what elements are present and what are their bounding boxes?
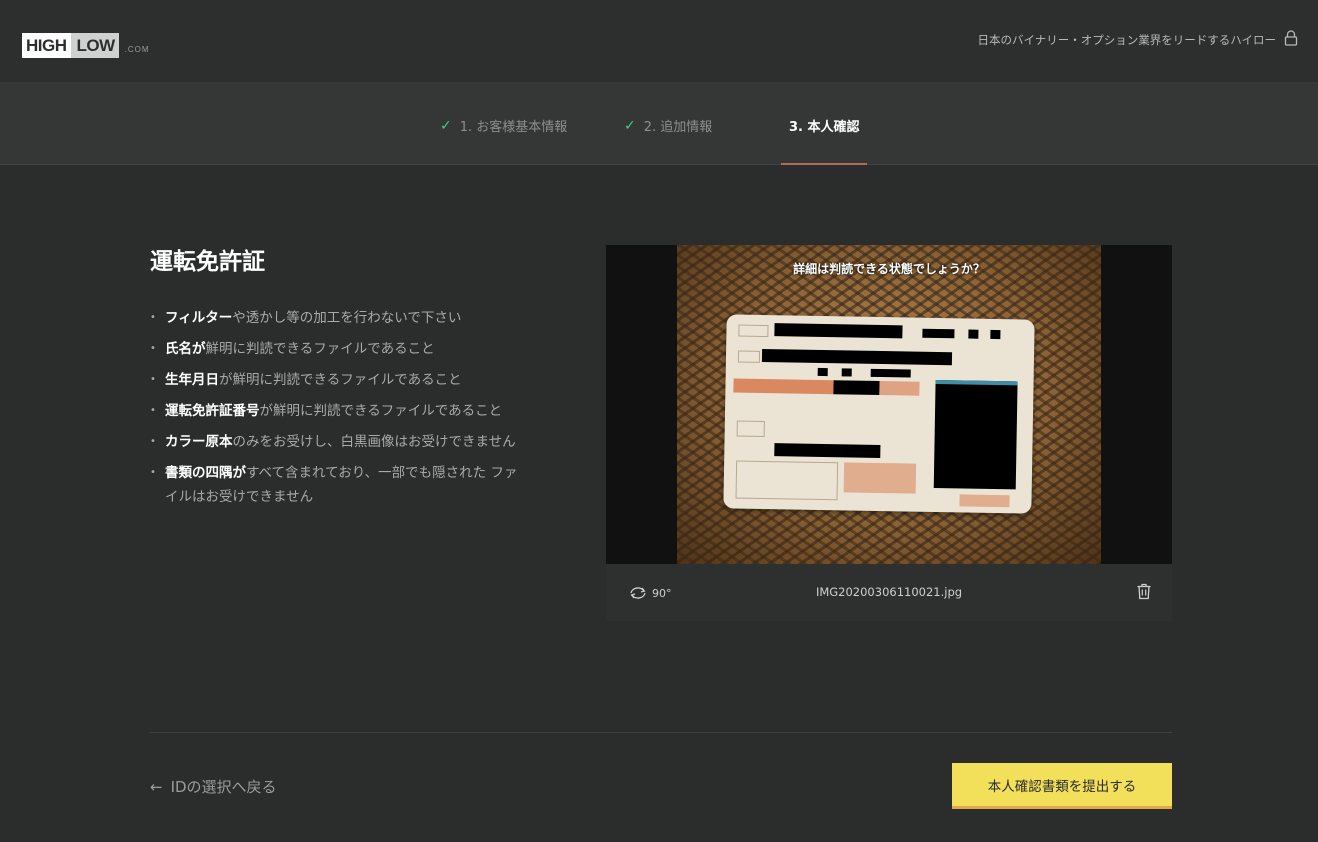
list-item: 運転免許証番号が鮮明に判読できるファイルであること [150,399,550,423]
header: HIGH LOW .COM 日本のバイナリー・オプション業界をリードするハイロー [0,0,1318,82]
submit-documents-button[interactable]: 本人確認書類を提出する [952,763,1172,809]
progress-steps: ✓ 1. お客様基本情報 ✓ 2. 追加情報 3. 本人確認 [0,82,1318,165]
logo-com: .COM [124,45,150,54]
footer-divider [150,732,1172,733]
preview-question: 詳細は判読できる状態でしょうか？ [793,262,985,276]
uploaded-license-photo: 詳細は判読できる状態でしょうか？ [677,245,1101,564]
step-label: 3. 本人確認 [789,120,860,135]
requirements-list: フィルターや透かし等の加工を行わないで下さい 氏名が鮮明に判読できるファイルであ… [150,306,550,516]
file-name: IMG20200306110021.jpg [815,585,963,599]
step-label: 1. お客様基本情報 [459,120,568,135]
active-step-underline [781,163,867,165]
check-icon: ✓ [624,117,636,134]
highlow-logo[interactable]: HIGH LOW .COM [22,22,150,58]
check-icon: ✓ [440,117,452,134]
license-photo-redacted [933,379,1018,490]
drivers-license-image [723,314,1035,514]
preview-toolbar: 90° IMG20200306110021.jpg [606,564,1172,621]
trash-icon[interactable] [1136,583,1152,600]
back-label: IDの選択へ戻る [170,778,277,796]
step-basic-info: ✓ 1. お客様基本情報 [440,116,568,136]
step-label: 2. 追加情報 [643,120,713,135]
arrow-left-icon: ← [150,777,163,796]
step-additional-info: ✓ 2. 追加情報 [624,116,713,136]
list-item: カラー原本のみをお受けし、白黒画像はお受けできません [150,430,550,454]
list-item: フィルターや透かし等の加工を行わないで下さい [150,306,550,330]
header-tagline: 日本のバイナリー・オプション業界をリードするハイロー [977,33,1276,47]
logo-high: HIGH [22,33,71,58]
list-item: 生年月日が鮮明に判読できるファイルであること [150,368,550,392]
page-title: 運転免許証 [150,249,265,275]
list-item: 氏名が鮮明に判読できるファイルであること [150,337,550,361]
logo-low: LOW [70,33,119,58]
back-to-id-selection-link[interactable]: ← IDの選択へ戻る [150,776,277,797]
lock-icon [1284,30,1298,46]
step-identity-verification: 3. 本人確認 [789,116,860,135]
list-item: 書類の四隅がすべて含まれており、一部でも隠された ファイルはお受けできません [150,461,520,509]
document-preview: 詳細は判読できる状態でしょうか？ 90° IMG20200306110021.j… [606,245,1172,621]
